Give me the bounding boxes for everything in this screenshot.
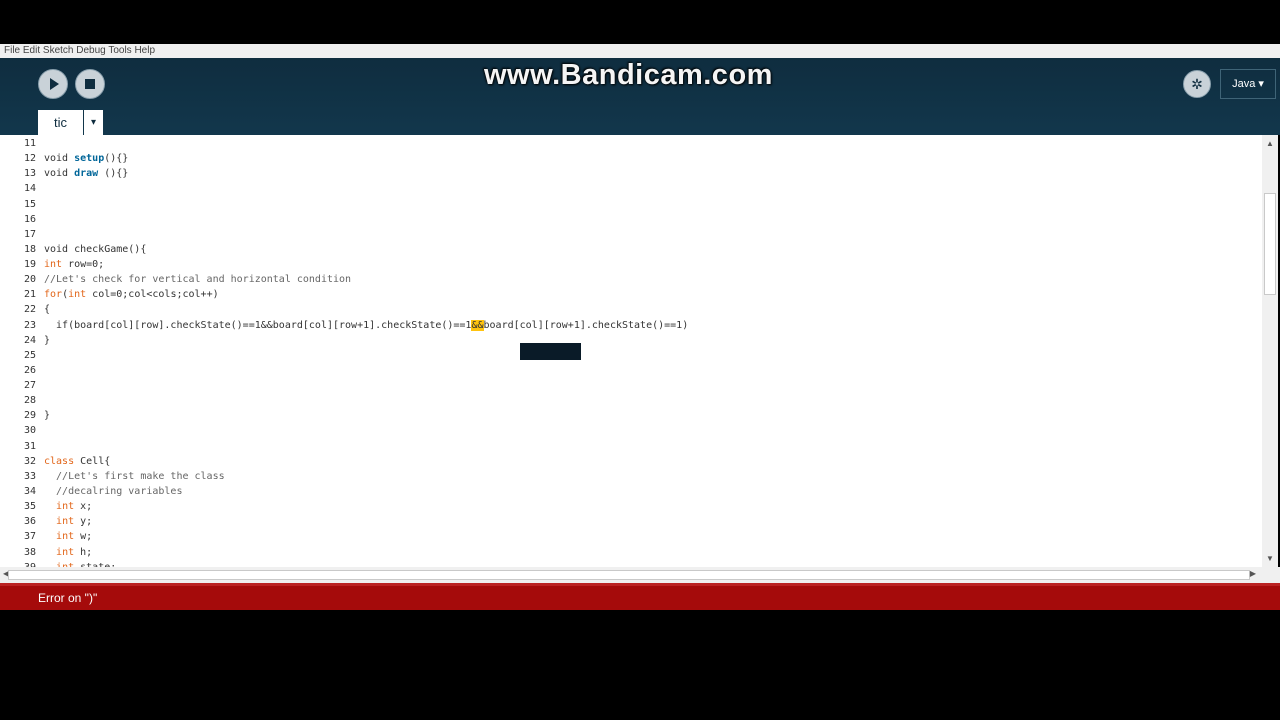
horizontal-scroll-thumb[interactable] xyxy=(8,570,1250,580)
code-line[interactable]: } xyxy=(44,335,50,346)
menu-bar-text: File Edit Sketch Debug Tools Help xyxy=(4,45,156,56)
code-line[interactable]: class Cell{ xyxy=(44,456,110,467)
code-line[interactable]: { xyxy=(44,304,50,315)
menu-bar[interactable]: File Edit Sketch Debug Tools Help xyxy=(0,44,1280,58)
code-line[interactable]: for(int col=0;col<cols;col++) xyxy=(44,289,219,300)
tab-menu-icon[interactable]: ▾ xyxy=(84,110,103,135)
watermark: www.Bandicam.com xyxy=(484,59,773,91)
error-bar: Error on ")" xyxy=(0,586,1280,610)
code-line[interactable]: //Let's check for vertical and horizonta… xyxy=(44,274,351,285)
debug-icon[interactable]: ✲ xyxy=(1183,70,1211,98)
code-line[interactable]: void setup(){} xyxy=(44,153,128,164)
code-line[interactable]: void checkGame(){ xyxy=(44,244,146,255)
toolbar: www.Bandicam.com ✲ Java ▾ tic ▾ xyxy=(0,58,1280,135)
code-line[interactable]: int row=0; xyxy=(44,259,104,270)
mode-dropdown[interactable]: Java ▾ xyxy=(1220,69,1276,99)
vertical-scroll-thumb[interactable] xyxy=(1264,193,1276,295)
tab-tic[interactable]: tic xyxy=(38,110,83,135)
code-line[interactable]: //Let's first make the class xyxy=(44,471,225,482)
code-editor[interactable]: 11 12 13 14 15 16 17 18 19 20 21 22 23 24 25 26 27 28 29 30… xyxy=(0,135,1278,571)
vertical-scrollbar[interactable]: ▲ ▼ xyxy=(1262,135,1278,567)
scroll-corner xyxy=(1262,567,1280,583)
horizontal-scrollbar[interactable]: ◀ ▶ xyxy=(0,567,1262,583)
code-line[interactable]: void draw (){} xyxy=(44,168,128,179)
code-line[interactable]: //decalring variables xyxy=(44,486,182,497)
code-line[interactable]: } xyxy=(44,410,50,421)
code-area[interactable]: void setup(){} void draw (){} void checkGa… xyxy=(0,135,1262,571)
code-line[interactable]: int w; xyxy=(44,531,92,542)
scroll-right-icon[interactable]: ▶ xyxy=(1250,569,1256,578)
code-line[interactable]: int x; xyxy=(44,501,92,512)
code-line[interactable]: int y; xyxy=(44,516,92,527)
play-icon[interactable] xyxy=(38,69,68,99)
scroll-up-icon[interactable]: ▲ xyxy=(1266,139,1274,148)
scroll-down-icon[interactable]: ▼ xyxy=(1266,554,1274,563)
tooltip-box xyxy=(520,343,581,360)
error-message: Error on ")" xyxy=(38,591,98,605)
code-line[interactable]: if(board[col][row].checkState()==1&&boar… xyxy=(44,319,688,331)
code-line[interactable]: int h; xyxy=(44,547,92,558)
stop-icon[interactable] xyxy=(75,69,105,99)
